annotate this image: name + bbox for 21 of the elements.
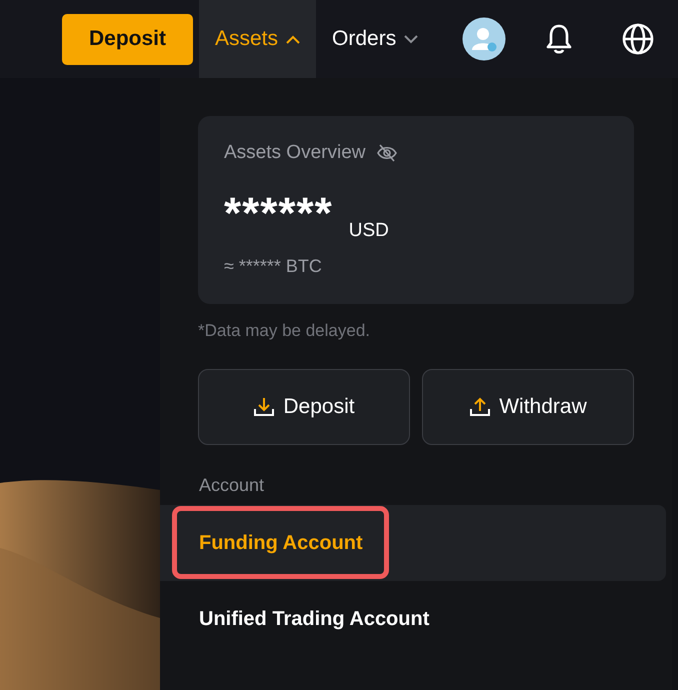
nav-menu[interactable]: Orders (316, 0, 434, 78)
delay-note: *Data may be delayed. (198, 321, 371, 341)
card-title: Assets Overview (224, 142, 366, 164)
account-menu-item[interactable]: Unified Trading Account (160, 581, 666, 657)
bell-icon[interactable] (544, 23, 574, 55)
action-button[interactable]: Withdraw (422, 369, 634, 445)
eye-slash-icon[interactable] (377, 144, 398, 162)
nav-menu[interactable]: Assets (199, 0, 316, 78)
action-button[interactable]: Deposit (198, 369, 410, 445)
btc-equivalent: ≈ ****** BTC (224, 256, 323, 277)
account-menu-item[interactable]: Funding Account (160, 505, 666, 581)
balance-amount: ****** (224, 194, 333, 234)
chevron-up-icon (286, 34, 300, 44)
upload-icon (469, 396, 492, 418)
download-icon (253, 396, 276, 418)
section-heading: Account (199, 475, 266, 496)
deposit-button[interactable]: Deposit (62, 14, 193, 64)
globe-icon[interactable] (622, 23, 654, 55)
chevron-down-icon (404, 34, 418, 44)
currency-label: USD (348, 220, 389, 242)
avatar-icon[interactable] (462, 17, 506, 61)
